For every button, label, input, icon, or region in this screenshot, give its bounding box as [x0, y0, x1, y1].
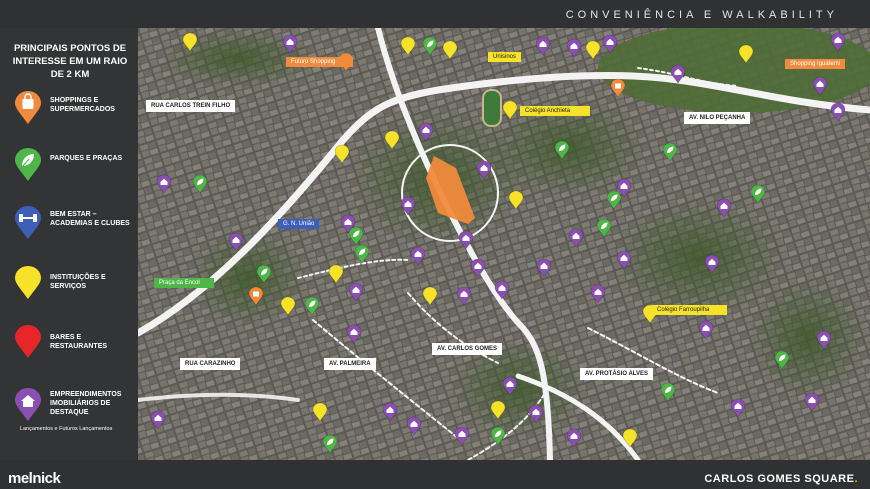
street-label-protasio-alves: AV. PROTÁSIO ALVES — [580, 368, 654, 380]
leaf-icon — [15, 148, 41, 181]
street-label-carlos-gomes: AV. CARLOS GOMES — [432, 343, 503, 355]
place-label-anchieta[interactable]: Colégio Anchieta — [520, 106, 591, 116]
legend-label-parks: PARQUES E PRAÇAS — [50, 155, 123, 162]
shopping-bag-icon — [15, 91, 41, 124]
place-label-unisinos[interactable]: Unisinos — [488, 52, 522, 62]
place-label-encol[interactable]: Praça da Encol — [154, 278, 214, 288]
map-canvas — [138, 28, 870, 460]
place-label-gnu[interactable]: G. N. União — [278, 219, 320, 229]
legend-panel: PRINCIPAIS PONTOS DE INTERESSE EM UM RAI… — [0, 28, 138, 460]
place-label-farroupilha[interactable]: Colégio Farroupilha — [652, 305, 728, 315]
place-label-futuro[interactable]: Futuro Shopping — [286, 57, 354, 67]
project-brand: CARLOS GOMES SQUARE. — [704, 473, 858, 485]
page-title: CONVENIÊNCIA E WALKABILITY — [565, 9, 838, 21]
building-icon — [15, 266, 41, 299]
header-bar: CONVENIÊNCIA E WALKABILITY — [0, 0, 870, 28]
legend-label-institutions: INSTITUIÇÕES E SERVIÇOS — [50, 274, 106, 290]
legend-heading: PRINCIPAIS PONTOS DE INTERESSE EM UM RAI… — [12, 43, 128, 80]
street-label-carazinho: RUA CARAZINHO — [180, 358, 241, 370]
legend-label-shopping: SHOPPINGS E SUPERMERCADOS — [50, 97, 115, 113]
street-label-palmeira: AV. PALMEIRA — [324, 358, 376, 370]
place-label-iguatemi[interactable]: Shopping Iguatemi — [785, 59, 846, 69]
street-label-nilo-pecanha: AV. NILO PEÇANHA — [684, 112, 751, 124]
legend-label-wellness: BEM ESTAR – ACADEMIAS E CLUBES — [50, 211, 130, 227]
legend-sublabel-developments: Lançamentos e Futuros Lançamentos — [20, 426, 113, 432]
map-view[interactable]: RUA CARLOS TREIN FILHO AV. NILO PEÇANHA … — [138, 28, 870, 460]
glass-icon — [15, 325, 41, 358]
dumbbell-icon — [15, 206, 41, 239]
street-label-carlos-trein: RUA CARLOS TREIN FILHO — [146, 100, 236, 112]
legend-label-developments: EMPREENDIMENTOS IMOBILIÁRIOS DE DESTAQUE — [50, 391, 122, 416]
legend-label-bars: BARES E RESTAURANTES — [50, 334, 108, 350]
melnick-logo: melnick — [8, 470, 61, 487]
house-icon — [15, 388, 41, 421]
